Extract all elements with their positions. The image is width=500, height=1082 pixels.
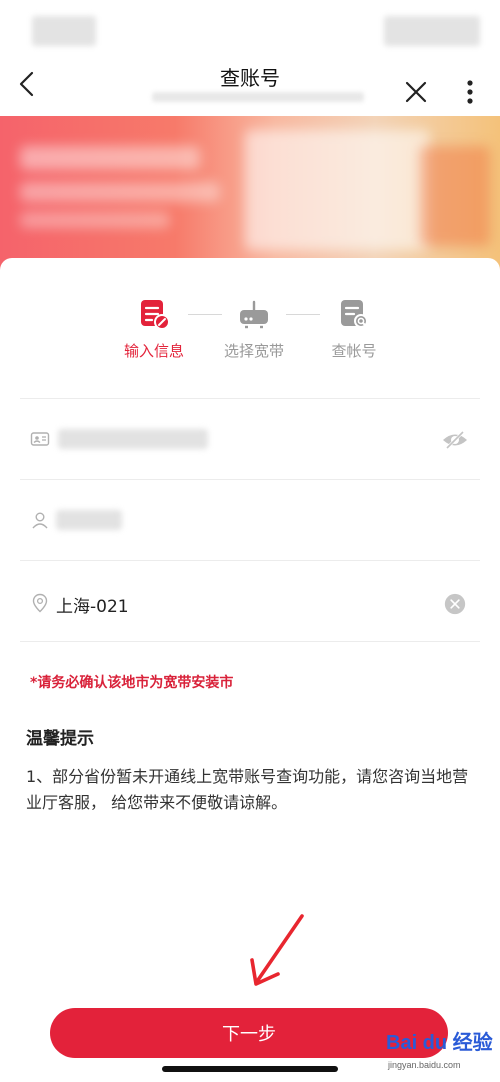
id-card-icon [30, 432, 50, 446]
divider [20, 398, 480, 399]
banner-image-blurred [245, 130, 430, 250]
divider [20, 560, 480, 561]
step-label: 输入信息 [123, 342, 184, 360]
location-input[interactable] [56, 589, 416, 619]
tips-body: 1、部分省份暂未开通线上宽带账号查询功能，请您咨询当地营业厅客服， 给您带来不便… [26, 767, 469, 812]
search-document-icon [341, 300, 368, 328]
divider [20, 479, 480, 480]
name-field[interactable] [0, 482, 500, 562]
location-warning: *请务必确认该地市为宽带安装市 [30, 675, 234, 691]
page-subtitle-blurred [152, 92, 364, 102]
eye-hidden-icon[interactable] [442, 427, 468, 453]
router-icon [240, 300, 268, 329]
step-label: 选择宽带 [223, 342, 284, 360]
location-pin-icon [32, 593, 48, 613]
status-bar [0, 0, 500, 52]
annotation-arrow [250, 914, 304, 986]
step-label: 查帐号 [331, 342, 377, 360]
banner-image-blurred [420, 146, 490, 246]
baidu-jingyan-watermark: Bai du 经验 jingyan.baidu.com [384, 1022, 496, 1078]
edit-document-icon [141, 300, 170, 330]
watermark-url: jingyan.baidu.com [388, 1060, 461, 1070]
name-value-blurred [56, 510, 122, 530]
clear-icon[interactable] [444, 593, 466, 615]
divider [20, 641, 480, 642]
step-check-account: 查帐号 [304, 298, 404, 361]
watermark-brand: Bai du 经验 [386, 1032, 493, 1054]
banner-text-blurred [20, 146, 200, 170]
user-icon [32, 512, 48, 529]
status-time-blurred [32, 16, 96, 46]
tips-title: 温馨提示 [26, 729, 94, 749]
location-field[interactable] [0, 565, 500, 645]
banner-text-blurred [20, 182, 220, 202]
status-icons-blurred [384, 16, 480, 46]
step-input-info: 输入信息 [104, 298, 204, 361]
nav-bar: 查账号 [0, 52, 500, 116]
close-icon[interactable] [402, 78, 430, 106]
more-options-icon[interactable] [458, 78, 482, 106]
id-card-field[interactable] [0, 401, 500, 481]
step-indicator: 输入信息 选择宽带 查帐号 [0, 298, 500, 368]
home-indicator [162, 1066, 338, 1072]
id-card-value-blurred [58, 429, 208, 449]
step-select-broadband: 选择宽带 [204, 298, 304, 361]
banner-text-blurred [20, 212, 170, 228]
